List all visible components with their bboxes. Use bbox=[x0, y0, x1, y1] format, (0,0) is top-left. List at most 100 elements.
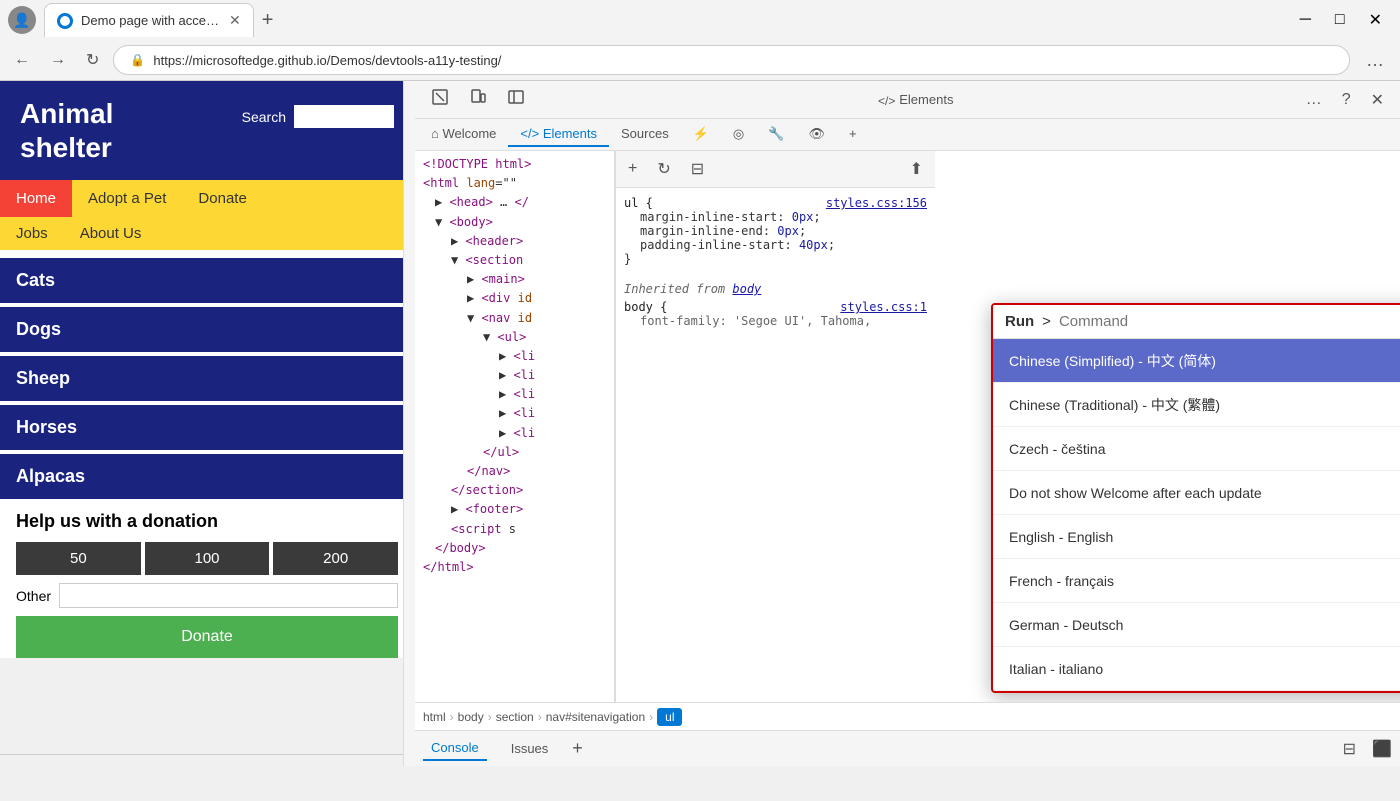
browser-more-button[interactable]: … bbox=[1358, 46, 1392, 75]
css-prop: font-family: 'Segoe UI', Tahoma, bbox=[640, 314, 927, 328]
back-button[interactable]: ← bbox=[8, 47, 36, 73]
html-line[interactable]: ▶ <li bbox=[419, 347, 610, 366]
list-item[interactable]: Cats bbox=[0, 258, 414, 303]
expand-panel-button[interactable]: ⬆ bbox=[902, 155, 931, 183]
new-style-rule-button[interactable]: + bbox=[620, 156, 645, 182]
html-line: </nav> bbox=[419, 462, 610, 481]
tab-issues[interactable]: Issues bbox=[503, 737, 557, 760]
breadcrumb-section[interactable]: section bbox=[496, 710, 534, 724]
donation-100-button[interactable]: 100 bbox=[145, 542, 270, 575]
breadcrumb-nav[interactable]: nav#sitenavigation bbox=[546, 710, 645, 724]
css-source-link[interactable]: styles.css:156 bbox=[826, 196, 927, 210]
tab-elements[interactable]: </> Elements bbox=[508, 122, 609, 147]
command-item-label: German - Deutsch bbox=[1009, 617, 1400, 633]
html-line[interactable]: ▶ <li bbox=[419, 366, 610, 385]
tab-sources[interactable]: Sources bbox=[609, 122, 681, 147]
filter-styles-button[interactable]: ⊟ bbox=[683, 155, 712, 183]
inspect-element-button[interactable] bbox=[423, 84, 457, 115]
command-item-label: Chinese (Traditional) - 中文 (繁體) bbox=[1009, 395, 1400, 415]
html-line[interactable]: ▼ <nav id bbox=[419, 309, 610, 328]
undock-button[interactable]: ⊟ bbox=[1343, 739, 1356, 759]
devtools-help-button[interactable]: ? bbox=[1334, 87, 1359, 113]
list-item[interactable]: Sheep bbox=[0, 356, 414, 401]
command-item[interactable]: Italian - italiano Appearance bbox=[993, 647, 1400, 691]
html-line[interactable]: ▶ <header> bbox=[419, 232, 610, 251]
nav-adopt-link[interactable]: Adopt a Pet bbox=[72, 180, 182, 217]
donation-50-button[interactable]: 50 bbox=[16, 542, 141, 575]
command-item[interactable]: Czech - čeština Appearance bbox=[993, 427, 1400, 471]
url-bar[interactable]: 🔒 https://microsoftedge.github.io/Demos/… bbox=[113, 45, 1350, 75]
devtools-more-button[interactable]: … bbox=[1298, 87, 1330, 113]
nav-jobs-link[interactable]: Jobs bbox=[0, 217, 64, 250]
list-item[interactable]: Horses bbox=[0, 405, 414, 450]
html-line[interactable]: ▼ <ul> bbox=[419, 328, 610, 347]
html-line[interactable]: ▶ <footer> bbox=[419, 500, 610, 519]
tab-performance[interactable]: ⚡ bbox=[681, 122, 721, 148]
sidebar-button[interactable] bbox=[499, 84, 533, 115]
command-item[interactable]: English - English Appearance bbox=[993, 515, 1400, 559]
tab-welcome[interactable]: ⌂ Welcome bbox=[419, 122, 508, 147]
donation-200-button[interactable]: 200 bbox=[273, 542, 398, 575]
devtools-close-button[interactable]: ✕ bbox=[1363, 86, 1392, 114]
refresh-styles-button[interactable]: ↻ bbox=[649, 155, 678, 183]
forward-button[interactable]: → bbox=[44, 47, 72, 73]
html-line[interactable]: ▼ <body> bbox=[419, 213, 610, 232]
elements-tab-label[interactable]: Elements bbox=[899, 92, 953, 107]
list-item[interactable]: Alpacas bbox=[0, 454, 414, 499]
active-tab[interactable]: Demo page with accessibility issu ✕ bbox=[44, 3, 254, 37]
body-source-link[interactable]: styles.css:1 bbox=[840, 300, 927, 314]
html-line[interactable]: <html lang="" bbox=[419, 174, 610, 193]
nav-about-link[interactable]: About Us bbox=[64, 217, 158, 250]
css-prop: margin-inline-end: 0px; bbox=[640, 224, 927, 238]
browser-chrome: 👤 Demo page with accessibility issu ✕ + … bbox=[0, 0, 1400, 81]
command-item[interactable]: Chinese (Simplified) - 中文 (简体) Appearanc… bbox=[993, 339, 1400, 383]
profile-avatar[interactable]: 👤 bbox=[8, 6, 36, 34]
inherited-section: Inherited from body bbox=[624, 282, 927, 296]
refresh-button[interactable]: ↻ bbox=[80, 46, 105, 74]
html-line[interactable]: ▶ <li bbox=[419, 404, 610, 423]
donate-button[interactable]: Donate bbox=[16, 616, 398, 658]
tab-close-button[interactable]: ✕ bbox=[229, 12, 241, 29]
tab-application[interactable]: 🔧 bbox=[756, 122, 796, 148]
horizontal-scrollbar[interactable] bbox=[0, 754, 415, 766]
css-prop: margin-inline-start: 0px; bbox=[640, 210, 927, 224]
nav-home-link[interactable]: Home bbox=[0, 180, 72, 217]
html-line[interactable]: ▼ <section bbox=[419, 251, 610, 270]
command-item[interactable]: Chinese (Traditional) - 中文 (繁體) Appearan… bbox=[993, 383, 1400, 427]
breadcrumb-html[interactable]: html bbox=[423, 710, 446, 724]
elements-icon: </> bbox=[877, 91, 895, 109]
command-input[interactable] bbox=[1059, 313, 1400, 330]
html-line[interactable]: ▶ <head> … </ bbox=[419, 193, 610, 212]
inherited-element[interactable]: body bbox=[732, 282, 761, 296]
maximize-button[interactable]: □ bbox=[1325, 6, 1355, 34]
breadcrumb-sep: › bbox=[488, 710, 492, 724]
html-line: </html> bbox=[419, 558, 610, 577]
html-line[interactable]: ▶ <li bbox=[419, 424, 610, 443]
close-window-button[interactable]: ✕ bbox=[1359, 6, 1392, 34]
command-item[interactable]: German - Deutsch Appearance bbox=[993, 603, 1400, 647]
nav-donate-link[interactable]: Donate bbox=[182, 180, 262, 217]
new-tab-button[interactable]: + bbox=[254, 9, 282, 32]
search-input[interactable] bbox=[294, 105, 394, 128]
device-toolbar-button[interactable] bbox=[461, 84, 495, 115]
url-text: https://microsoftedge.github.io/Demos/de… bbox=[153, 53, 501, 68]
other-amount-input[interactable] bbox=[59, 583, 398, 608]
list-item[interactable]: Dogs bbox=[0, 307, 414, 352]
html-line: </section> bbox=[419, 481, 610, 500]
command-item[interactable]: French - français Appearance bbox=[993, 559, 1400, 603]
html-line[interactable]: ▶ <div id bbox=[419, 289, 610, 308]
breadcrumb-ul[interactable]: ul bbox=[657, 708, 682, 726]
tab-accessibility[interactable]: 👁 bbox=[796, 122, 837, 148]
breadcrumb-body[interactable]: body bbox=[458, 710, 484, 724]
tab-more-tools[interactable]: + bbox=[837, 122, 869, 147]
minimize-button[interactable]: ─ bbox=[1290, 6, 1321, 34]
html-line[interactable]: ▶ <main> bbox=[419, 270, 610, 289]
command-item[interactable]: Do not show Welcome after each update Ap… bbox=[993, 471, 1400, 515]
add-tab-button[interactable]: + bbox=[572, 738, 583, 759]
tab-memory[interactable]: ◎ bbox=[721, 122, 756, 148]
tab-console[interactable]: Console bbox=[423, 736, 487, 761]
dock-button[interactable]: ⬛ bbox=[1372, 739, 1392, 759]
site-search: Search bbox=[242, 105, 394, 128]
vertical-scrollbar[interactable] bbox=[403, 81, 415, 766]
html-line[interactable]: ▶ <li bbox=[419, 385, 610, 404]
